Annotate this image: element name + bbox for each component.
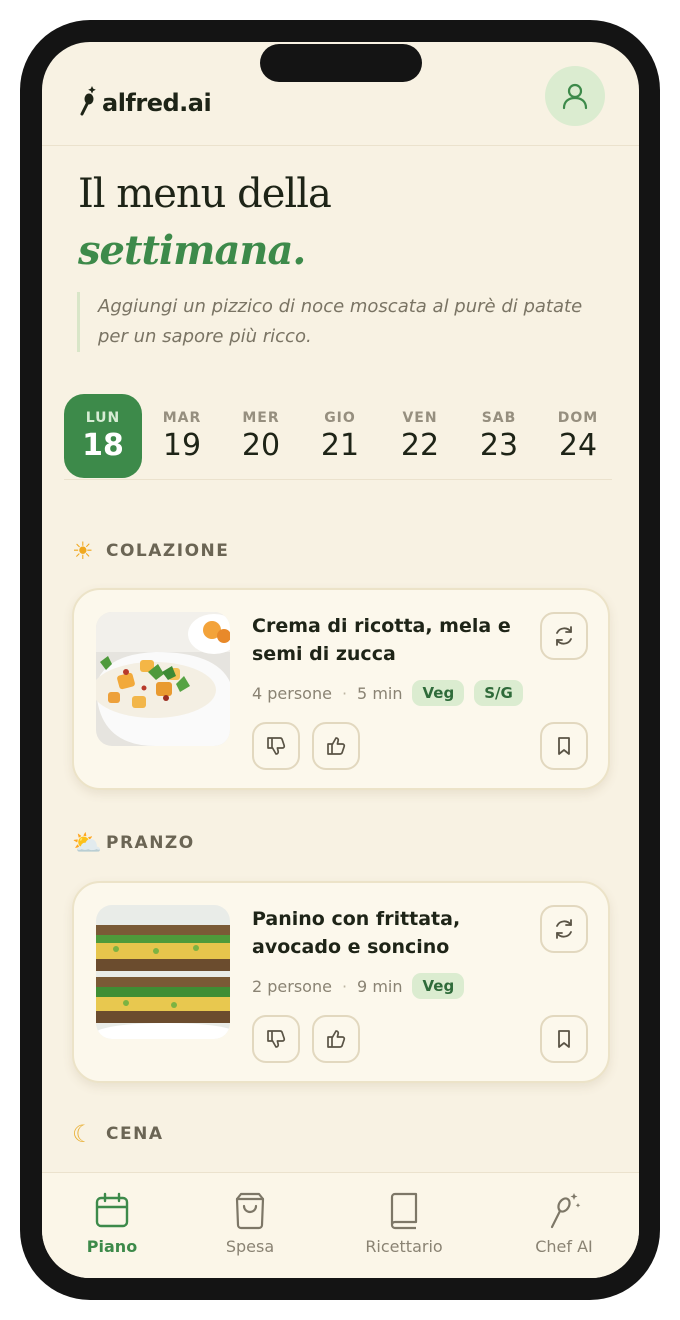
swap-recipe-button[interactable] [540,612,588,660]
crescent-moon-icon: ☾ [72,1120,94,1148]
recipe-card[interactable]: Crema di ricotta, mela e semi di zucca 4… [72,588,610,790]
app-name: alfred.ai [102,89,212,117]
camera-notch [260,44,422,82]
spoon-logo-icon [80,86,96,116]
bookmark-button[interactable] [540,722,588,770]
day-name: LUN [85,410,121,426]
servings: 4 persone [252,683,332,703]
day-tab-sab[interactable]: SAB 23 [460,394,538,478]
cooking-tip-text: Aggiungi un pizzico di noce moscata al p… [98,296,583,347]
recipe-photo [96,612,230,746]
refresh-icon [556,626,572,646]
user-icon [562,83,588,110]
recipe-meta: 4 persone · 5 min Veg S/G [252,680,523,706]
swap-recipe-button[interactable] [540,905,588,953]
day-number: 22 [400,428,440,463]
nav-label: Chef AI [535,1237,593,1256]
calendar-icon [52,1191,172,1233]
diet-tag: Veg [412,973,465,999]
nav-piano[interactable]: Piano [52,1191,172,1256]
cooking-tip: Aggiungi un pizzico di noce moscata al p… [77,292,607,352]
page-title-accent: settimana. [78,227,306,274]
book-icon [344,1191,464,1233]
meal-section-colazione: ☀ COLAZIONE [72,537,229,565]
sun-icon: ☀ [72,537,94,565]
recipe-card[interactable]: Panino con frittata, avocado e soncino 2… [72,881,610,1083]
bookmark-button[interactable] [540,1015,588,1063]
prep-time: 5 min [357,683,403,703]
like-button[interactable] [312,722,360,770]
sun-behind-cloud-icon: ⛅ [72,829,102,857]
day-number: 24 [558,428,598,463]
thumbs-down-icon [267,1030,286,1048]
prep-time: 9 min [357,976,403,996]
day-tab-gio[interactable]: GIO 21 [301,394,379,478]
day-name: DOM [557,410,599,426]
day-number: 20 [241,428,281,463]
day-tab-mer[interactable]: MER 20 [222,394,300,478]
recipe-meta: 2 persone · 9 min Veg [252,973,465,999]
app-logo[interactable]: alfred.ai [78,80,212,120]
bookmark-icon [558,737,570,755]
servings: 2 persone [252,976,332,996]
meal-name: COLAZIONE [106,541,230,561]
day-name: VEN [402,410,438,426]
thumbs-up-icon [327,1030,346,1048]
day-number: 18 [82,428,124,463]
app-screen: alfred.ai Il menu della settimana. Aggiu… [42,42,639,1278]
day-tab-lun[interactable]: LUN 18 [64,394,142,478]
shopping-bag-icon [190,1191,310,1233]
thumbs-down-icon [267,737,286,755]
separator-dot: · [341,683,348,703]
bottom-navigation: Piano Spesa Ricettario Chef AI [42,1172,639,1278]
nav-ricettario[interactable]: Ricettario [344,1191,464,1256]
day-number: 19 [162,428,202,463]
meal-name: PRANZO [106,833,195,853]
day-tab-ven[interactable]: VEN 22 [381,394,459,478]
day-number: 21 [320,428,360,463]
page-title: Il menu della [78,171,332,217]
nav-label: Piano [86,1237,138,1256]
nav-chef-ai[interactable]: Chef AI [504,1191,624,1256]
recipe-title: Panino con frittata, avocado e soncino [252,908,461,958]
day-name: MAR [162,410,202,426]
diet-tag: S/G [474,680,523,706]
separator-dot: · [341,976,348,996]
day-tab-mar[interactable]: MAR 19 [143,394,221,478]
sparkle-spoon-icon [504,1191,624,1233]
nav-spesa[interactable]: Spesa [190,1191,310,1256]
bookmark-icon [558,1030,570,1048]
meal-name: CENA [106,1124,164,1144]
profile-button[interactable] [545,66,605,126]
recipe-photo [96,905,230,1039]
refresh-icon [556,919,572,939]
day-name: GIO [324,410,356,426]
day-number: 23 [479,428,519,463]
nav-label: Ricettario [365,1237,443,1256]
day-name: SAB [481,410,517,426]
meal-section-cena: ☾ CENA [72,1120,163,1148]
thumbs-up-icon [327,737,346,755]
day-tab-dom[interactable]: DOM 24 [539,394,617,478]
diet-tag: Veg [412,680,465,706]
dislike-button[interactable] [252,722,300,770]
dislike-button[interactable] [252,1015,300,1063]
day-name: MER [242,410,280,426]
meal-section-pranzo: ⛅ PRANZO [72,829,195,857]
recipe-title: Crema di ricotta, mela e semi di zucca [252,615,511,665]
day-selector: LUN 18 MAR 19 MER 20 GIO 21 VEN 22 SAB 2… [64,394,612,480]
like-button[interactable] [312,1015,360,1063]
nav-label: Spesa [225,1237,275,1256]
